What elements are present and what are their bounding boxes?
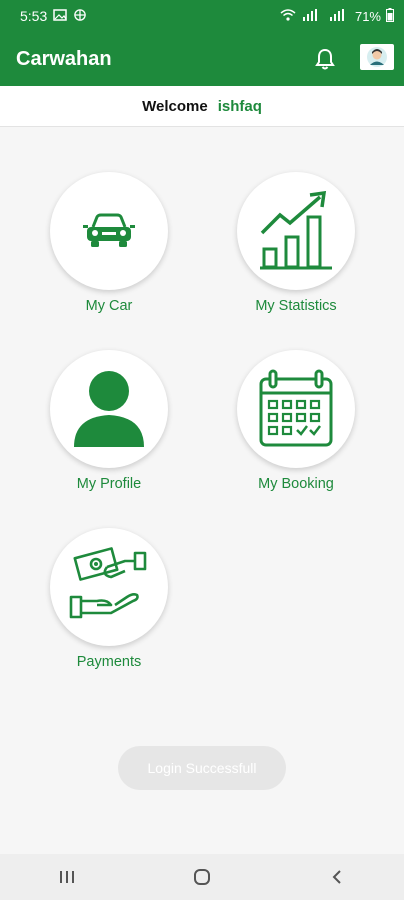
signal-icon-2 <box>328 8 350 24</box>
app-title: Carwahan <box>16 47 112 70</box>
tile-circle <box>237 350 355 468</box>
welcome-username: ishfaq <box>217 97 262 115</box>
tile-payments[interactable]: Payments <box>39 528 179 678</box>
tile-circle <box>50 528 168 646</box>
avatar[interactable] <box>360 44 394 70</box>
battery-icon <box>386 7 394 25</box>
status-right: 71% <box>280 7 404 25</box>
tile-label: My Booking <box>258 476 334 492</box>
welcome-banner: Welcome ishfaq <box>0 86 404 127</box>
tile-my-statistics[interactable]: My Statistics <box>226 172 366 322</box>
status-left: 5:53 <box>0 8 87 24</box>
tile-my-profile[interactable]: My Profile <box>39 350 179 500</box>
gallery-icon <box>53 8 67 24</box>
tile-circle <box>50 350 168 468</box>
wifi-icon <box>280 8 296 24</box>
app-bar: Carwahan <box>0 32 404 86</box>
crosshair-icon <box>73 8 87 24</box>
notification-bell-icon[interactable] <box>312 46 338 72</box>
profile-icon <box>74 371 144 447</box>
statistics-icon <box>260 191 332 270</box>
toast-message: Login Successfull <box>118 746 286 790</box>
payment-icon <box>69 547 147 619</box>
status-bar: 5:53 71% <box>0 0 404 32</box>
user-avatar-icon <box>367 47 387 67</box>
tile-label: My Profile <box>76 476 142 492</box>
tile-my-car[interactable]: My Car <box>39 172 179 322</box>
status-time: 5:53 <box>20 8 48 24</box>
tile-label: Payments <box>76 654 142 670</box>
tile-my-booking[interactable]: My Booking <box>226 350 366 500</box>
home-icon[interactable] <box>172 854 232 900</box>
tile-circle <box>50 172 168 290</box>
system-nav-bar <box>0 854 404 900</box>
tile-circle <box>237 172 355 290</box>
recent-apps-icon[interactable] <box>37 854 97 900</box>
calendar-icon <box>259 369 333 447</box>
tile-label: My Car <box>85 298 133 314</box>
signal-icon <box>301 8 323 24</box>
car-icon <box>83 213 135 247</box>
welcome-label: Welcome <box>142 97 208 115</box>
tile-label: My Statistics <box>255 298 337 314</box>
app-screen: 5:53 71% Carwahan Welcome ishfaq My Car … <box>0 0 404 900</box>
back-icon[interactable] <box>307 854 367 900</box>
battery-text: 71% <box>354 8 381 24</box>
